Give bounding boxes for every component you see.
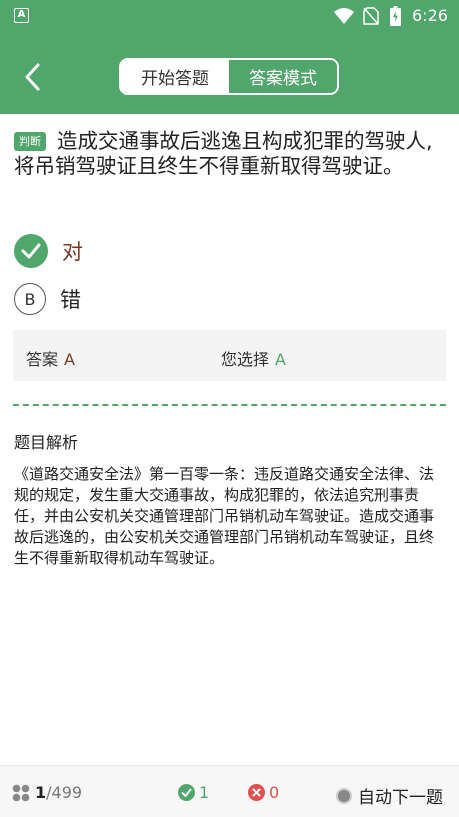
explanation-title: 题目解析 [14, 433, 79, 452]
question-panel: 造成交通事故后逃逸且构成犯罪的驾驶人,将吊销驾驶证且终生不得重新取得驾驶证。 判… [0, 114, 459, 765]
wrong-count: 0 [248, 783, 279, 802]
auto-next-label: 自动下一题 [358, 788, 443, 808]
tab-answer-mode[interactable]: 答案模式 [229, 60, 337, 93]
header: A 6:26 开始答题 答案模式 [0, 0, 459, 114]
option-b[interactable]: B 错 [14, 282, 81, 316]
correct-answer: 答案 A [26, 346, 75, 370]
status-bar: A 6:26 [0, 0, 459, 32]
radio-icon [336, 787, 352, 804]
auto-next-toggle[interactable]: 自动下一题 [336, 783, 443, 808]
no-sim-icon [363, 7, 379, 25]
mode-switch: 开始答题 答案模式 [119, 58, 339, 95]
app-notification-icon: A [14, 8, 29, 23]
back-chevron-icon[interactable] [18, 60, 48, 94]
option-a[interactable]: 对 [14, 234, 83, 268]
wrong-x-icon [248, 784, 265, 801]
option-b-label: 错 [60, 288, 81, 312]
correct-check-icon [178, 784, 195, 801]
answer-summary: 答案 A 您选择 A [13, 330, 446, 381]
bottom-bar: 1/499 1 0 自动下一题 [0, 765, 459, 817]
tab-start-quiz[interactable]: 开始答题 [121, 60, 229, 93]
option-b-letter: B [14, 283, 46, 315]
question-counter[interactable]: 1/499 [35, 783, 82, 802]
correct-count-value: 1 [199, 783, 210, 802]
your-choice: 您选择 A [221, 346, 286, 370]
correct-answer-value: A [64, 350, 75, 369]
check-icon [14, 234, 48, 268]
explanation-text: 《道路交通安全法》第一百零一条：违反道路交通安全法律、法规的规定，发生重大交通事… [14, 465, 435, 567]
correct-answer-label: 答案 [26, 350, 59, 369]
status-time: 6:26 [412, 6, 448, 25]
question-text: 造成交通事故后逃逸且构成犯罪的驾驶人,将吊销驾驶证且终生不得重新取得驾驶证。 [14, 129, 433, 178]
wrong-count-value: 0 [269, 783, 280, 802]
correct-count: 1 [178, 783, 209, 802]
total-questions: /499 [46, 783, 83, 802]
your-choice-label: 您选择 [221, 350, 270, 369]
option-a-label: 对 [62, 240, 83, 264]
wifi-icon [334, 8, 354, 24]
current-question-number: 1 [35, 783, 47, 802]
battery-charging-icon [390, 6, 401, 26]
your-choice-value: A [275, 350, 286, 369]
dashed-divider [13, 404, 446, 406]
grid-icon[interactable] [12, 784, 30, 802]
question-type-tag: 判断 [14, 132, 46, 151]
